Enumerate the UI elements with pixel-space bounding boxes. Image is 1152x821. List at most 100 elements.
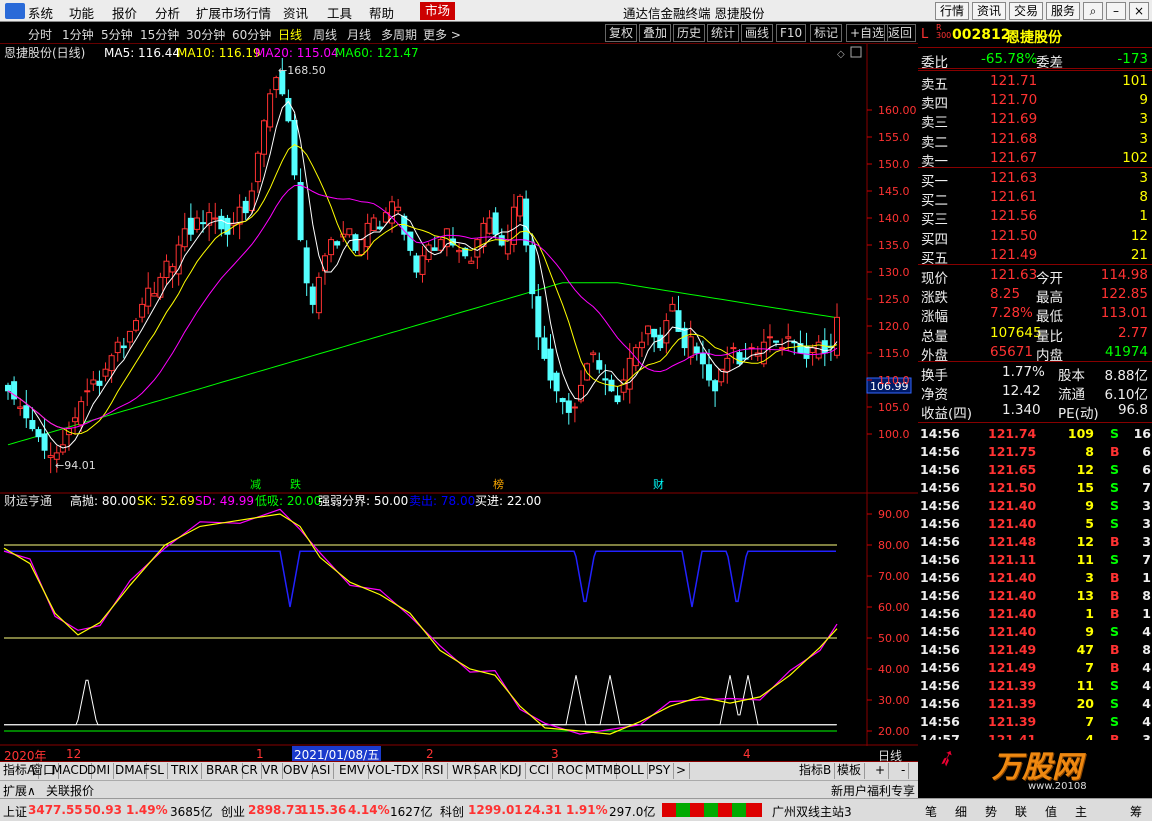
diamond-icon[interactable]: ◇: [837, 49, 845, 60]
menu-news[interactable]: 资讯: [283, 3, 308, 22]
menu-function[interactable]: 功能: [69, 3, 94, 22]
tick-count: 4: [1142, 696, 1151, 711]
status-tab-zhi[interactable]: 值: [1045, 803, 1057, 820]
index-kc-name[interactable]: 科创: [440, 803, 464, 820]
btn-quote[interactable]: 行情: [935, 2, 970, 20]
panel-divider: [918, 361, 1152, 362]
menu-ext-market[interactable]: 扩展市场行情: [196, 3, 271, 22]
menu-quote[interactable]: 报价: [112, 3, 137, 22]
weibi-label: 委比: [921, 55, 948, 71]
indicator-tab-right-3[interactable]: -: [898, 763, 910, 779]
status-tab-shi[interactable]: 势: [985, 803, 997, 820]
menu-help[interactable]: 帮助: [369, 3, 394, 22]
minimize-icon[interactable]: –: [1106, 2, 1126, 20]
tool-add-watch[interactable]: +自选: [846, 24, 889, 42]
tick-count: 6: [1142, 462, 1151, 477]
panel-divider: [918, 167, 1152, 168]
menu-system[interactable]: 系统: [28, 3, 53, 22]
marker-reduce[interactable]: 减: [250, 478, 261, 491]
tool-stats[interactable]: 统计: [707, 24, 740, 42]
indicator-tab-18[interactable]: CCI: [526, 763, 554, 779]
window-box-icon[interactable]: [850, 46, 862, 58]
candle-body: [541, 337, 548, 359]
tool-history[interactable]: 历史: [673, 24, 706, 42]
tick-row: 14:56 121.40 13 B 8: [918, 587, 1152, 605]
period-30min[interactable]: 30分钟: [186, 26, 225, 43]
indicator-chart[interactable]: 财运亨通 高抛: 80.00 SK: 52.69 SD: 49.99 低吸: 2…: [0, 494, 918, 746]
param-buy: 买进: 22.00: [475, 494, 541, 508]
fund-value: 12.42: [1002, 383, 1041, 400]
buy-level-label: 买二: [921, 193, 948, 210]
indicator-tab-5[interactable]: FSL: [140, 763, 168, 779]
status-tab-lian[interactable]: 联: [1015, 803, 1027, 820]
period-monthly[interactable]: 月线: [347, 26, 371, 43]
period-5min[interactable]: 5分钟: [101, 26, 133, 43]
tick-price: 121.39: [988, 678, 1037, 693]
expand-toggle[interactable]: 扩展∧: [3, 782, 36, 799]
indicator-tab-right-1[interactable]: 模板: [834, 763, 866, 779]
marker-finance[interactable]: 财: [653, 477, 664, 491]
marker-list[interactable]: 榜: [493, 477, 504, 491]
period-weekly[interactable]: 周线: [313, 26, 337, 43]
menu-market-active[interactable]: 市场: [420, 2, 456, 20]
sell-level-3: 卖三 121.69 3: [918, 110, 1152, 131]
indicator-tab-11[interactable]: ASI: [308, 763, 335, 779]
tick-price: 121.40: [988, 516, 1037, 531]
tick-volume: 47: [1076, 642, 1094, 657]
marker-drop[interactable]: 跌: [290, 477, 301, 491]
indicator-tab-16[interactable]: SAR: [470, 763, 502, 779]
status-tab-xi[interactable]: 细: [955, 803, 967, 820]
close-icon[interactable]: ×: [1129, 2, 1149, 20]
candle-body: [724, 357, 731, 372]
candlestick-chart[interactable]: 恩捷股份(日线) MA5: 116.44 MA10: 116.19 MA20: …: [0, 44, 918, 494]
period-minute[interactable]: 分时: [28, 26, 52, 43]
index-cy-name[interactable]: 创业: [221, 803, 245, 820]
indicator-tab-7[interactable]: BRAR: [203, 763, 243, 779]
period-15min[interactable]: 15分钟: [140, 26, 179, 43]
fund-value: 96.8: [1117, 402, 1148, 419]
menu-tools[interactable]: 工具: [327, 3, 352, 22]
tool-draw[interactable]: 画线: [741, 24, 774, 42]
btn-news[interactable]: 资讯: [972, 2, 1007, 20]
period-1min[interactable]: 1分钟: [62, 26, 94, 43]
index-sh-amount: 3685亿: [170, 805, 213, 819]
period-60min[interactable]: 60分钟: [232, 26, 271, 43]
server-name[interactable]: 广州双线主站3: [772, 803, 852, 820]
tool-mark[interactable]: 标记: [810, 24, 843, 42]
search-icon[interactable]: ⌕: [1083, 2, 1103, 20]
indicator-tab-right-2[interactable]: +: [872, 763, 890, 779]
btn-service[interactable]: 服务: [1046, 2, 1081, 20]
indicator-tab-6[interactable]: TRIX: [168, 763, 203, 779]
status-tab-zhu[interactable]: 主: [1075, 803, 1087, 820]
indicator-name: 财运亨通: [4, 494, 52, 508]
tool-f10[interactable]: F10: [776, 24, 807, 42]
indicator-tab-9[interactable]: VR: [259, 763, 283, 779]
tool-adjust[interactable]: 复权: [605, 24, 638, 42]
period-multi[interactable]: 多周期: [381, 26, 417, 43]
indicator-tab-right-0[interactable]: 指标B: [796, 763, 836, 779]
indicator-tab-3[interactable]: DMI: [84, 763, 115, 779]
ind-tick-label: 90.00: [878, 508, 910, 521]
indicator-tab-23[interactable]: >: [673, 763, 691, 779]
candle-body: [785, 336, 792, 339]
candle-body: [766, 336, 773, 339]
indicator-tab-22[interactable]: PSY: [645, 763, 675, 779]
indicator-tab-17[interactable]: KDJ: [498, 763, 526, 779]
indicator-tab-14[interactable]: RSI: [421, 763, 448, 779]
status-tab-bi[interactable]: 笔: [925, 803, 937, 820]
related-quote-tab[interactable]: 关联报价: [46, 782, 94, 799]
btn-trade[interactable]: 交易: [1009, 2, 1044, 20]
candle-body: [376, 226, 383, 230]
indicator-tab-13[interactable]: VOL-TDX: [364, 763, 423, 779]
index-sh-name[interactable]: 上证: [3, 803, 27, 820]
status-tab-chou[interactable]: 筹: [1130, 803, 1142, 820]
period-daily[interactable]: 日线: [278, 26, 302, 43]
tool-back[interactable]: 返回: [884, 24, 917, 42]
new-user-notice[interactable]: 新用户福利专享: [831, 782, 915, 799]
menu-analysis[interactable]: 分析: [155, 3, 180, 22]
stat-value: 8.25: [990, 286, 1021, 303]
period-more[interactable]: 更多 >: [423, 26, 461, 43]
candle-body: [254, 152, 261, 183]
tool-overlay[interactable]: 叠加: [639, 24, 672, 42]
indicator-tab-21[interactable]: BOLL: [610, 763, 648, 779]
